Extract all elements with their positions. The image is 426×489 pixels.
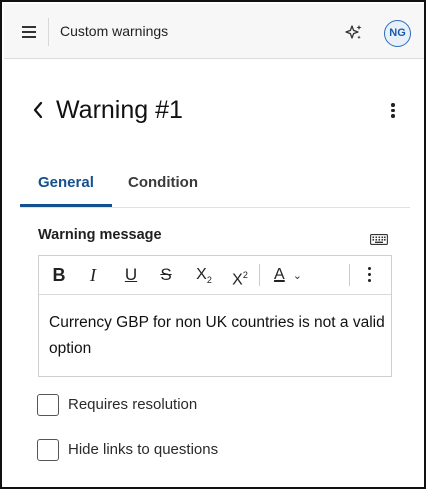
hide-links-checkbox[interactable] xyxy=(37,439,59,461)
active-tab-indicator xyxy=(20,204,112,207)
user-avatar[interactable]: NG xyxy=(384,20,411,47)
hide-links-label: Hide links to questions xyxy=(68,441,219,458)
page-title: Warning #1 xyxy=(56,96,183,124)
divider xyxy=(48,18,49,46)
more-options-icon[interactable] xyxy=(366,266,374,284)
more-vertical-icon[interactable] xyxy=(389,102,397,120)
top-bar: Custom warnings NG xyxy=(4,4,424,59)
rich-text-editor: B I U S X2 X2 A ⌄ Currency GBP for non UK… xyxy=(38,255,392,377)
strikethrough-button[interactable]: S xyxy=(156,262,176,288)
requires-resolution-label: Requires resolution xyxy=(68,396,198,413)
tab-general[interactable]: General xyxy=(38,174,94,191)
underline-button[interactable]: U xyxy=(121,262,141,288)
font-color-label: A xyxy=(274,266,285,283)
subscript-label: X xyxy=(196,266,207,283)
chevron-down-icon: ⌄ xyxy=(292,270,302,282)
chevron-left-icon[interactable] xyxy=(31,100,45,120)
tab-condition[interactable]: Condition xyxy=(128,174,198,191)
tab-bar: General Condition xyxy=(20,166,410,208)
superscript-button[interactable]: X2 xyxy=(227,262,253,288)
editor-toolbar: B I U S X2 X2 A ⌄ xyxy=(39,256,391,295)
superscript-label: X xyxy=(232,271,243,289)
warning-message-label: Warning message xyxy=(38,227,162,243)
toolbar-divider xyxy=(349,264,350,286)
toolbar-divider xyxy=(259,264,260,286)
subscript-mark: 2 xyxy=(206,275,212,286)
warning-message-input[interactable]: Currency GBP for non UK countries is not… xyxy=(49,310,387,362)
superscript-mark: 2 xyxy=(242,270,248,280)
font-color-dropdown[interactable]: A ⌄ xyxy=(267,262,309,288)
sparkle-icon[interactable] xyxy=(344,23,364,43)
bold-button[interactable]: B xyxy=(49,262,69,288)
app-window: Custom warnings NG Warning #1 General Co… xyxy=(0,0,426,489)
hamburger-menu-icon[interactable] xyxy=(22,24,38,38)
subscript-button[interactable]: X2 xyxy=(191,262,217,288)
requires-resolution-checkbox[interactable] xyxy=(37,394,59,416)
keyboard-icon[interactable] xyxy=(370,234,388,245)
app-title: Custom warnings xyxy=(60,23,169,39)
italic-button[interactable]: I xyxy=(83,262,103,288)
